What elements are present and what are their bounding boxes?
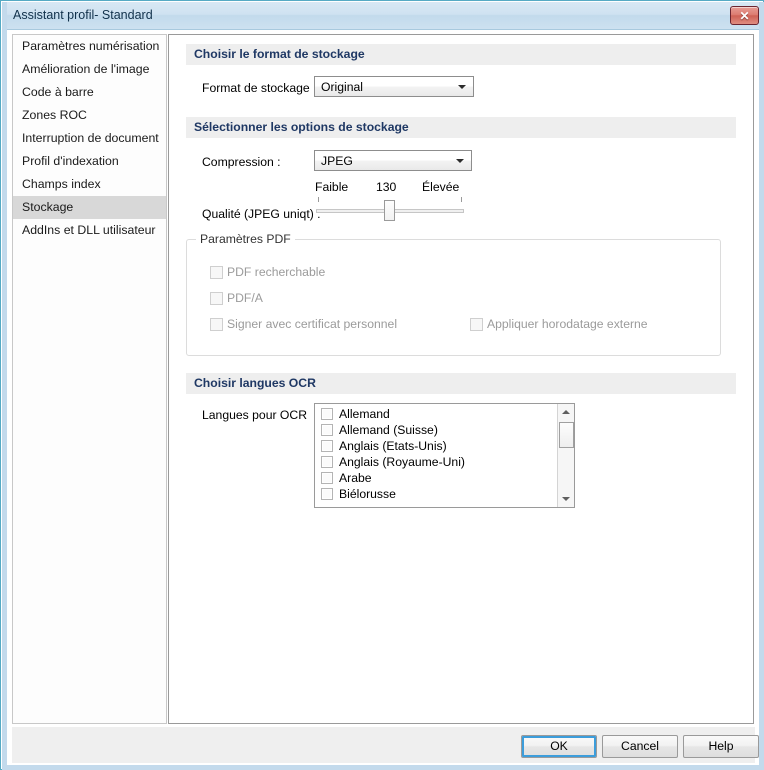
scroll-down-button[interactable] (558, 491, 574, 507)
close-icon: ✕ (739, 8, 750, 23)
checkbox-label: PDF/A (227, 291, 263, 305)
checkbox-label: Signer avec certificat personnel (227, 317, 398, 331)
list-item-label: Allemand (Suisse) (339, 423, 438, 437)
checkbox-label: Appliquer horodatage externe (487, 317, 648, 331)
list-item-label: Allemand (339, 407, 390, 421)
section-header-storage-format: Choisir le format de stockage (186, 44, 736, 65)
quality-low-label: Faible (315, 180, 349, 194)
chevron-down-icon (456, 159, 464, 163)
checkbox-label: PDF recherchable (227, 265, 326, 279)
sidebar-item-8[interactable]: AddIns et DLL utilisateur (13, 219, 166, 242)
slider-thumb[interactable] (384, 200, 395, 221)
quality-label: Qualité (JPEG uniqt) : (202, 207, 321, 221)
sidebar-item-3[interactable]: Zones ROC (13, 104, 166, 127)
slider-tick-min (318, 197, 319, 202)
checkbox-pdf-searchable[interactable]: PDF recherchable (210, 265, 325, 279)
slider-tick-max (461, 197, 462, 202)
sidebar-item-0[interactable]: Paramètres numérisation (13, 35, 166, 58)
triangle-up-icon (562, 410, 570, 414)
storage-format-value: Original (321, 80, 363, 94)
list-item-label: Arabe (339, 471, 372, 485)
cancel-button[interactable]: Cancel (602, 735, 678, 758)
sidebar-item-5[interactable]: Profil d'indexation (13, 150, 166, 173)
checkbox-sign-with-personal-certificate[interactable]: Signer avec certificat personnel (210, 317, 397, 331)
sidebar-item-1[interactable]: Amélioration de l'image (13, 58, 166, 81)
sidebar-item-4[interactable]: Interruption de document (13, 127, 166, 150)
section-header-storage-options: Sélectionner les options de stockage (186, 117, 736, 138)
ocr-languages-label: Langues pour OCR (202, 408, 308, 422)
checkbox-apply-external-timestamp[interactable]: Appliquer horodatage externe (470, 317, 648, 331)
list-item[interactable]: Allemand (315, 406, 556, 422)
list-item[interactable]: Allemand (Suisse) (315, 422, 556, 438)
sidebar-item-6[interactable]: Champs index (13, 173, 166, 196)
compression-select[interactable]: JPEG (314, 150, 472, 171)
sidebar-nav: Paramètres numérisation Amélioration de l… (12, 34, 167, 724)
list-item[interactable]: Anglais (Royaume-Uni) (315, 454, 556, 470)
checkbox-box[interactable] (321, 472, 333, 484)
window-title: Assistant profil- Standard (13, 8, 153, 22)
checkbox-pdfa[interactable]: PDF/A (210, 291, 263, 305)
checkbox-box[interactable] (321, 488, 333, 500)
checkbox-box[interactable] (210, 265, 223, 279)
compression-value: JPEG (321, 154, 353, 168)
checkbox-box[interactable] (210, 317, 223, 331)
chevron-down-icon (458, 85, 466, 89)
section-header-ocr-languages: Choisir langues OCR (186, 373, 736, 394)
sidebar-item-7[interactable]: Stockage (13, 196, 166, 219)
dialog-client-area: Paramètres numérisation Amélioration de l… (7, 30, 759, 764)
listbox-scrollbar[interactable] (557, 404, 574, 507)
scroll-up-button[interactable] (558, 404, 574, 420)
close-button[interactable]: ✕ (730, 6, 759, 25)
checkbox-box[interactable] (321, 408, 333, 420)
title-bar: Assistant profil- Standard ✕ (2, 2, 764, 30)
dialog-window: Assistant profil- Standard ✕ Paramètres … (0, 0, 764, 770)
list-item[interactable]: Anglais (Etats-Unis) (315, 438, 556, 454)
ok-button[interactable]: OK (521, 735, 597, 758)
storage-format-select[interactable]: Original (314, 76, 474, 97)
list-item[interactable]: Arabe (315, 470, 556, 486)
quality-slider[interactable] (316, 195, 468, 225)
settings-content-panel: Choisir le format de stockage Format de … (168, 34, 754, 724)
checkbox-box[interactable] (321, 456, 333, 468)
compression-label: Compression : (202, 155, 281, 169)
list-item[interactable]: Biélorusse (315, 486, 556, 502)
checkbox-box[interactable] (321, 424, 333, 436)
list-item-label: Biélorusse (339, 487, 396, 501)
pdf-settings-group-title: Paramètres PDF (196, 232, 295, 246)
checkbox-box[interactable] (210, 291, 223, 305)
pdf-settings-group: Paramètres PDF PDF recherchable PDF/A Si… (186, 232, 721, 356)
checkbox-box[interactable] (470, 317, 483, 331)
checkbox-box[interactable] (321, 440, 333, 452)
list-item-label: Anglais (Royaume-Uni) (339, 455, 465, 469)
scrollbar-thumb[interactable] (559, 422, 574, 448)
sidebar-item-2[interactable]: Code à barre (13, 81, 166, 104)
list-item-label: Anglais (Etats-Unis) (339, 439, 447, 453)
dialog-footer: OK Cancel Help (12, 727, 759, 763)
ocr-languages-listbox[interactable]: Allemand Allemand (Suisse) Anglais (Etats-… (314, 403, 575, 508)
help-button[interactable]: Help (683, 735, 759, 758)
triangle-down-icon (562, 497, 570, 501)
storage-format-label: Format de stockage : (202, 81, 317, 95)
quality-high-label: Élevée (422, 180, 460, 194)
quality-current-value: 130 (376, 180, 397, 194)
